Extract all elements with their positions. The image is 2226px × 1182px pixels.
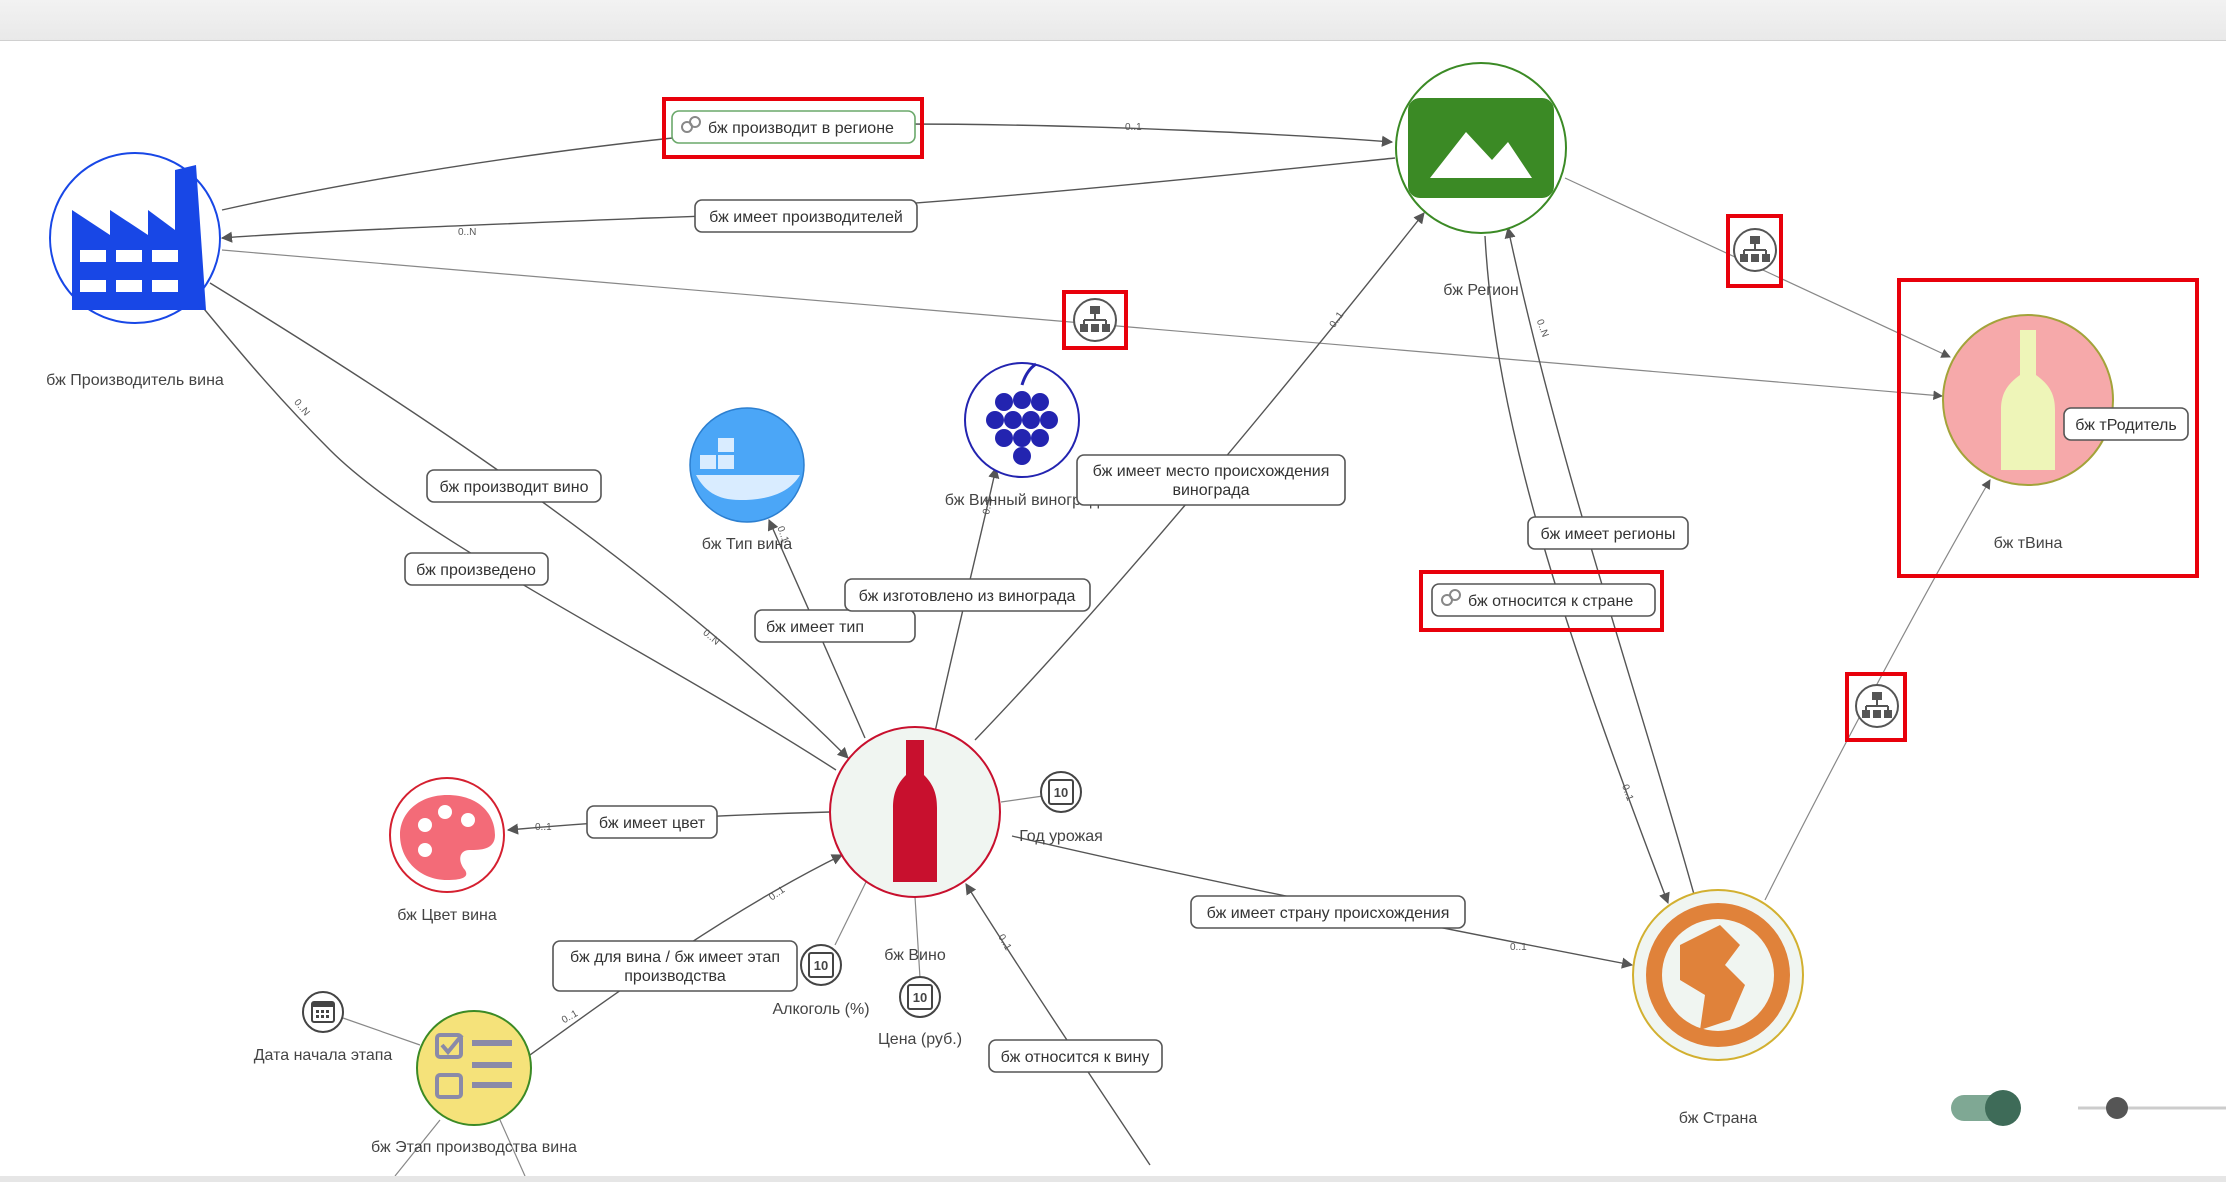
node-region[interactable]: бж Регион — [1395, 62, 1567, 299]
edge-label-produces-wine[interactable]: бж производит вино — [426, 469, 602, 503]
edge-label-text: бж имеет тип — [766, 619, 864, 636]
node-producer[interactable]: бж Производитель вина — [46, 152, 224, 389]
card-4: 0..N — [700, 627, 721, 647]
edge-label-text: бж тРодитель — [2075, 417, 2176, 434]
attr-harvest-year-label: Год урожая — [1019, 828, 1103, 845]
edge-label-text: бж имеет цвет — [599, 815, 706, 832]
node-country[interactable]: бж Страна — [1632, 889, 1804, 1127]
mountains-icon — [1408, 98, 1554, 198]
edge-label-text: бж произведено — [416, 562, 536, 579]
node-twine-label: бж тВина — [1994, 535, 2063, 552]
hierarchy-node-2[interactable] — [1733, 228, 1777, 272]
node-color[interactable]: бж Цвет вина — [389, 777, 505, 924]
edge-label-has-origin-country[interactable]: бж имеет страну происхождения — [1190, 895, 1466, 929]
edge-label-has-color[interactable]: бж имеет цвет — [586, 805, 718, 839]
attr-alcohol-label: Алкоголь (%) — [772, 1001, 869, 1018]
edge-produced[interactable] — [194, 297, 837, 771]
bottom-bar — [0, 1176, 2226, 1182]
card-10: 0..1 — [535, 822, 552, 833]
card-1: 0..1 — [1125, 122, 1142, 133]
edge-belongs-to-country[interactable] — [1484, 235, 1670, 905]
edge-label-parent[interactable]: бж тРодитель — [2063, 407, 2189, 441]
card-13: 0..1 — [995, 933, 1013, 953]
number-glyph: 10 — [913, 990, 927, 1005]
graph-canvas[interactable]: 0..1 0..N 0..N 0..N 0..1 0..1 0..1 0..N … — [0, 0, 2226, 1182]
card-3: 0..N — [291, 397, 311, 418]
number-glyph: 10 — [814, 958, 828, 973]
edge-label-has-regions[interactable]: бж имеет регионы — [1527, 516, 1689, 550]
node-producer-label: бж Производитель вина — [46, 372, 224, 389]
zoom-slider-handle[interactable] — [2106, 1097, 2128, 1119]
node-country-label: бж Страна — [1679, 1110, 1758, 1127]
hierarchy-node-1[interactable] — [1073, 298, 1117, 342]
edge-label-text: бж производит в регионе — [708, 120, 894, 137]
edge-label-text: бж изготовлено из винограда — [859, 588, 1076, 605]
layout-toggle[interactable] — [1951, 1090, 2021, 1126]
edge-label-produces-in-region[interactable]: бж производит в регионе — [671, 110, 916, 144]
zoom-slider[interactable] — [2078, 1097, 2226, 1119]
card-14: 0..1 — [560, 1008, 580, 1026]
card-12: 0..1 — [767, 884, 787, 903]
edge-label-made-from-grape[interactable]: бж изготовлено из винограда — [844, 578, 1091, 612]
edge-label-grape-origin[interactable]: бж имеет место происхождения винограда — [1076, 454, 1346, 506]
edge-label-has-producers[interactable]: бж имеет производителей — [694, 199, 918, 233]
edge-label-text: бж имеет страну происхождения — [1207, 905, 1450, 922]
attr-harvest-year[interactable]: 10 Год урожая — [1019, 771, 1103, 845]
edge-label-belongs-to-wine[interactable]: бж относится к вину — [988, 1039, 1163, 1073]
attr-price[interactable]: 10 Цена (руб.) — [878, 976, 962, 1048]
edge-harvest-year — [1000, 795, 1044, 803]
edge-alcohol — [834, 881, 867, 946]
edge-label-text: бж имеет место происхождения — [1093, 463, 1330, 480]
edge-label-text: бж для вина / бж имеет этап — [570, 949, 780, 966]
edge-label-text: бж относится к вину — [1001, 1049, 1150, 1066]
node-stage[interactable]: бж Этап производства вина — [371, 1010, 577, 1156]
card-11: 0..1 — [1510, 942, 1527, 953]
edge-label-has-type[interactable]: бж имеет тип — [754, 609, 916, 643]
node-wine-label: бж Вино — [884, 947, 946, 964]
node-region-label: бж Регион — [1443, 282, 1519, 299]
edge-label-text: бж относится к стране — [1468, 593, 1633, 610]
node-wine[interactable]: бж Вино — [829, 726, 1001, 964]
card-8: 0..N — [1534, 318, 1551, 339]
edge-belongs-to-wine[interactable] — [965, 883, 1151, 1166]
edge-label-text: бж производит вино — [440, 479, 589, 496]
hierarchy-node-3[interactable] — [1855, 684, 1899, 728]
edge-label-produced[interactable]: бж произведено — [404, 552, 549, 586]
attr-price-label: Цена (руб.) — [878, 1031, 962, 1048]
card-9: 0..1 — [1619, 783, 1635, 803]
edge-price — [914, 896, 921, 979]
edge-label-text: бж имеет производителей — [709, 209, 903, 226]
edge-label-text: бж имеет регионы — [1541, 526, 1676, 543]
number-glyph: 10 — [1054, 785, 1068, 800]
node-color-label: бж Цвет вина — [397, 907, 497, 924]
node-stage-label: бж Этап производства вина — [371, 1139, 577, 1156]
edge-stage-start — [342, 1017, 421, 1046]
node-type-label: бж Тип вина — [702, 536, 793, 553]
globe-icon — [1646, 903, 1790, 1047]
card-2: 0..N — [458, 227, 476, 238]
edge-label-text: производства — [624, 968, 726, 985]
edge-has-regions[interactable] — [1504, 226, 1696, 899]
edge-label-text: винограда — [1172, 482, 1249, 499]
edge-label-stage[interactable]: бж для вина / бж имеет этап производства — [552, 940, 798, 992]
edge-label-belongs-to-country[interactable]: бж относится к стране — [1431, 583, 1656, 617]
attr-stage-start-label: Дата начала этапа — [254, 1047, 393, 1064]
